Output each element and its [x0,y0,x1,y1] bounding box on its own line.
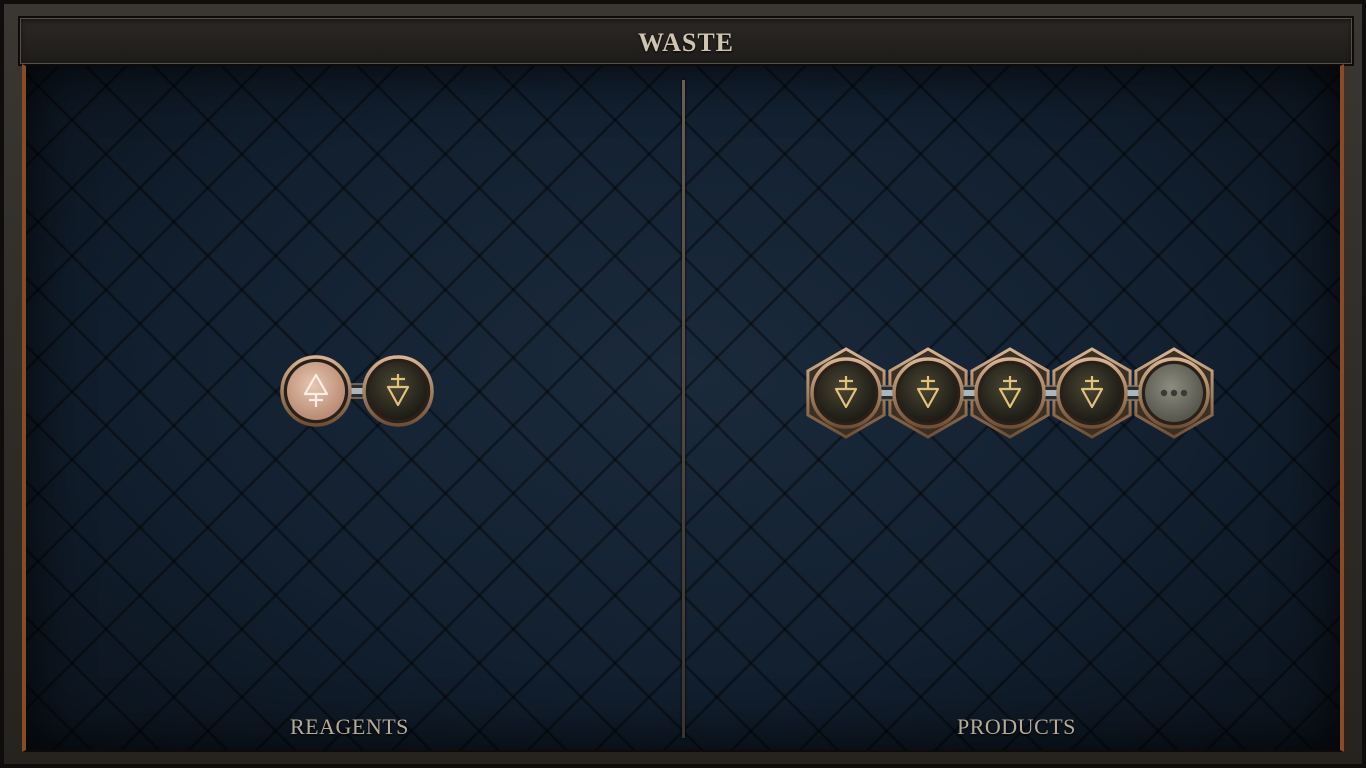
more-icon [1160,389,1188,397]
atom-earth[interactable] [810,357,882,429]
molecule-svg [806,347,1214,439]
panel-divider [682,80,685,738]
atom-earth[interactable] [892,357,964,429]
atom-earth[interactable] [362,355,434,427]
atom-earth[interactable] [974,357,1046,429]
products-molecule[interactable] [804,346,1216,440]
products-label: PRODUCTS [957,714,1076,739]
atom-earth[interactable] [1056,357,1128,429]
reagents-molecule[interactable] [278,351,438,431]
reagents-label: REAGENTS [290,714,409,739]
atom-more[interactable] [1138,357,1210,429]
title-bar: WASTE [18,16,1354,66]
molecule-svg [280,355,434,427]
window-title: WASTE [637,28,735,57]
atom-air[interactable] [280,355,352,427]
